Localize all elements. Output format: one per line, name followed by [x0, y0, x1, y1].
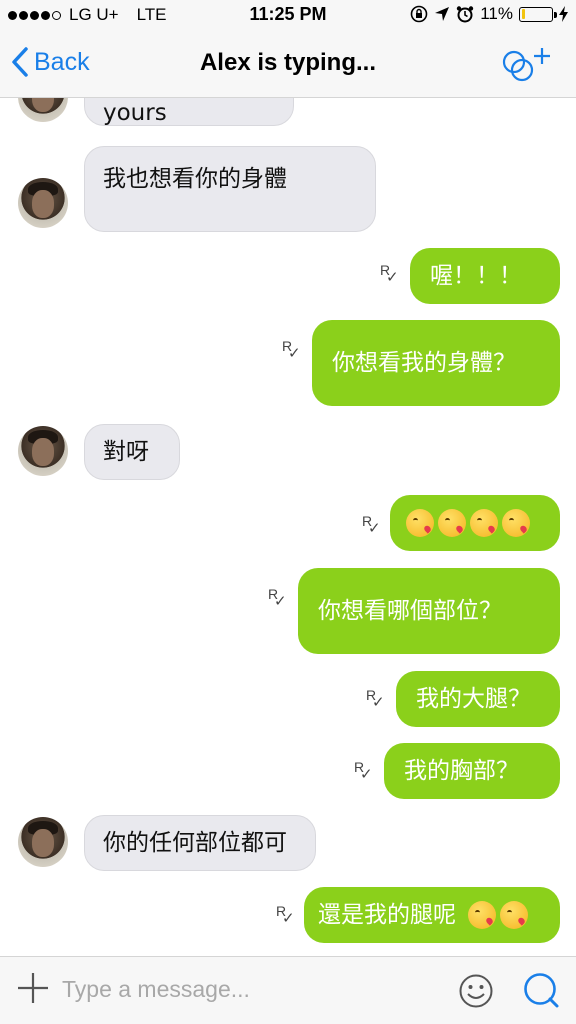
battery-icon [519, 6, 557, 22]
message-text: 我也想看你的身體 [103, 166, 287, 192]
message-bubble[interactable]: 我的胸部？ [384, 743, 567, 799]
message-bubble[interactable]: 喔！！！ [410, 248, 567, 304]
contact-avatar[interactable] [18, 98, 68, 122]
orientation-lock-icon [410, 5, 428, 23]
status-right: 11% [410, 4, 568, 24]
battery-level [521, 9, 525, 19]
message-outgoing: R ✓ 喔！！！ [0, 248, 576, 304]
read-receipt-icon: R ✓ [380, 262, 399, 286]
battery-percent: 11% [480, 4, 513, 23]
message-text: 喔！！！ [430, 262, 522, 289]
message-bubble[interactable]: 你想看哪個部位？ [298, 568, 567, 654]
message-bubble[interactable]: 還是我的腿呢 [304, 887, 567, 943]
message-bubble[interactable]: 你的任何部位都可 [78, 815, 316, 871]
message-composer [0, 956, 576, 1024]
attach-button[interactable] [16, 971, 50, 1005]
message-outgoing: R ✓ 我的大腿？ [0, 671, 576, 727]
message-incoming: Send me yours [0, 98, 576, 130]
read-receipt-icon: R ✓ [354, 759, 373, 783]
nav-bar: Back Alex is typing... [0, 32, 576, 98]
location-arrow-icon [435, 7, 450, 21]
read-receipt-icon: R ✓ [282, 338, 301, 362]
message-text: 還是我的腿呢 [318, 901, 456, 928]
message-outgoing: R ✓ 你想看我的身體？ [0, 320, 576, 406]
message-incoming: 對呀 [0, 424, 576, 480]
message-incoming: 你的任何部位都可 [0, 815, 576, 871]
smiley-icon [459, 974, 493, 1008]
kissing-heart-emoji-icon [502, 509, 530, 537]
message-bubble[interactable]: Send me yours [78, 98, 294, 126]
contact-avatar[interactable] [18, 178, 68, 228]
read-receipt-icon: R ✓ [362, 513, 381, 537]
message-outgoing: R ✓ [0, 495, 576, 551]
message-text: Send me yours [103, 100, 167, 126]
contact-avatar[interactable] [18, 426, 68, 476]
speech-bubble-icon [524, 973, 559, 1008]
message-bubble[interactable]: 對呀 [78, 424, 180, 480]
contact-avatar[interactable] [18, 817, 68, 867]
message-input[interactable] [62, 969, 442, 1009]
kissing-heart-emoji-icon [500, 901, 528, 929]
message-bubble[interactable]: 我的大腿？ [396, 671, 567, 727]
read-receipt-icon: R ✓ [366, 687, 385, 711]
emoji-button[interactable] [458, 973, 494, 1013]
plus-icon [18, 973, 48, 1003]
message-bubble[interactable]: 我也想看你的身體 [78, 146, 376, 232]
message-bubble[interactable] [390, 495, 567, 551]
message-text: 你想看哪個部位？ [318, 597, 502, 624]
kissing-heart-emoji-icon [406, 509, 434, 537]
message-text: 我的胸部？ [404, 757, 519, 784]
status-bar: LG U+ LTE 11:25 PM 11% [0, 0, 576, 32]
message-text: 你想看我的身體？ [332, 349, 516, 376]
message-outgoing: R ✓ 還是我的腿呢 [0, 887, 576, 943]
message-outgoing: R ✓ 我的胸部？ [0, 743, 576, 799]
message-text: 我的大腿？ [416, 685, 531, 712]
add-participant-button[interactable] [500, 44, 556, 88]
message-incoming: 我也想看你的身體 [0, 146, 576, 232]
read-receipt-icon: R ✓ [268, 586, 287, 610]
send-button[interactable] [522, 971, 560, 1013]
message-outgoing: R ✓ 你想看哪個部位？ [0, 568, 576, 654]
conversation-title: Alex is typing... [199, 49, 377, 76]
alarm-clock-icon [457, 6, 474, 23]
kissing-heart-emoji-icon [468, 901, 496, 929]
read-receipt-icon: R ✓ [276, 903, 295, 927]
kissing-heart-emoji-icon [470, 509, 498, 537]
message-text: 你的任何部位都可 [103, 829, 287, 856]
message-text: 對呀 [103, 438, 149, 465]
add-group-icon [502, 48, 550, 82]
chat-thread[interactable]: Send me yours 我也想看你的身體 R✓ 喔！！！ R✓ 你想看我的身… [0, 98, 576, 956]
kissing-heart-emoji-icon [438, 509, 466, 537]
message-bubble[interactable]: 你想看我的身體？ [312, 320, 567, 406]
charging-bolt-icon [559, 6, 568, 22]
